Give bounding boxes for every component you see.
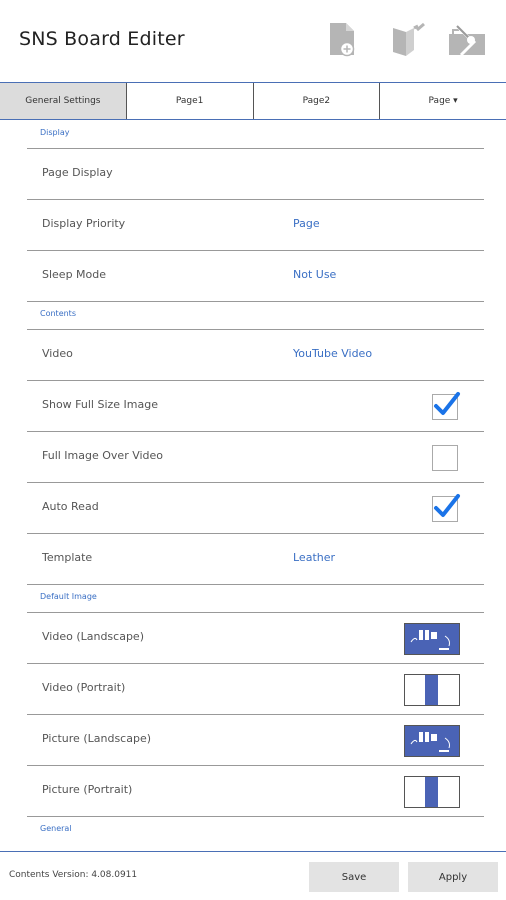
row-video-landscape[interactable]: Video (Landscape) [27, 613, 484, 664]
settings-list: Display Page Display Display Priority Pa… [27, 121, 484, 844]
video-landscape-thumbnail[interactable] [404, 623, 460, 655]
section-title: Display [40, 128, 70, 137]
row-label: Full Image Over Video [42, 449, 164, 462]
row-label: Picture (Landscape) [42, 732, 152, 745]
new-page-icon[interactable] [328, 22, 368, 62]
auto-read-checkbox[interactable] [432, 494, 460, 522]
row-label: Sleep Mode [42, 268, 107, 281]
row-label: Video [42, 347, 73, 360]
row-value: Not Use [293, 268, 337, 281]
row-template[interactable]: Template Leather [27, 534, 484, 585]
row-value: YouTube Video [293, 347, 373, 360]
full-image-over-video-checkbox[interactable] [432, 445, 458, 471]
row-picture-landscape[interactable]: Picture (Landscape) [27, 715, 484, 766]
footer-bar: Contents Version: 4.08.0911 Save Apply [0, 851, 506, 900]
row-full-image-over-video[interactable]: Full Image Over Video [27, 432, 484, 483]
row-auto-read[interactable]: Auto Read [27, 483, 484, 534]
row-video[interactable]: Video YouTube Video [27, 330, 484, 381]
board-preview-icon [410, 630, 450, 650]
section-display: Display [27, 121, 484, 149]
section-general: General [27, 817, 484, 844]
apply-button[interactable]: Apply [408, 862, 498, 892]
row-label: Auto Read [42, 500, 99, 513]
row-value: Page [293, 217, 320, 230]
row-sleep-mode[interactable]: Sleep Mode Not Use [27, 251, 484, 302]
tab-page-dropdown[interactable]: Page ▾ [380, 83, 506, 119]
section-title: Default Image [40, 592, 97, 601]
row-label: Display Priority [42, 217, 126, 230]
row-label: Video (Landscape) [42, 630, 144, 643]
row-label: Template [42, 551, 93, 564]
row-value: Leather [293, 551, 336, 564]
row-label: Show Full Size Image [42, 398, 159, 411]
tab-page1[interactable]: Page1 [126, 83, 254, 119]
tab-page2[interactable]: Page2 [253, 83, 381, 119]
show-full-size-checkbox[interactable] [432, 392, 460, 420]
checkmark-icon [434, 494, 460, 517]
video-portrait-thumbnail[interactable] [404, 674, 460, 706]
row-page-display[interactable]: Page Display [27, 149, 484, 200]
row-label: Page Display [42, 166, 113, 179]
section-default-image: Default Image [27, 585, 484, 613]
page-tabs: General Settings Page1 Page2 Page ▾ [0, 82, 506, 120]
row-label: Picture (Portrait) [42, 783, 133, 796]
contents-version: Contents Version: 4.08.0911 [9, 870, 138, 880]
row-label: Video (Portrait) [42, 681, 126, 694]
row-picture-portrait[interactable]: Picture (Portrait) [27, 766, 484, 817]
save-button[interactable]: Save [309, 862, 399, 892]
app-title: SNS Board Editer [19, 28, 185, 50]
row-show-full-size-image[interactable]: Show Full Size Image [27, 381, 484, 432]
row-video-portrait[interactable]: Video (Portrait) [27, 664, 484, 715]
picture-landscape-thumbnail[interactable] [404, 725, 460, 757]
row-display-priority[interactable]: Display Priority Page [27, 200, 484, 251]
board-preview-icon [425, 675, 438, 705]
checkmark-icon [434, 392, 460, 415]
board-preview-icon [410, 732, 450, 752]
open-book-icon[interactable] [390, 22, 430, 62]
tab-general-settings[interactable]: General Settings [0, 83, 127, 119]
section-title: General [40, 824, 72, 833]
app-header: SNS Board Editer [0, 0, 506, 82]
picture-portrait-thumbnail[interactable] [404, 776, 460, 808]
board-preview-icon [425, 777, 438, 807]
section-contents: Contents [27, 302, 484, 330]
toolbox-icon[interactable] [447, 22, 487, 62]
section-title: Contents [40, 309, 76, 318]
